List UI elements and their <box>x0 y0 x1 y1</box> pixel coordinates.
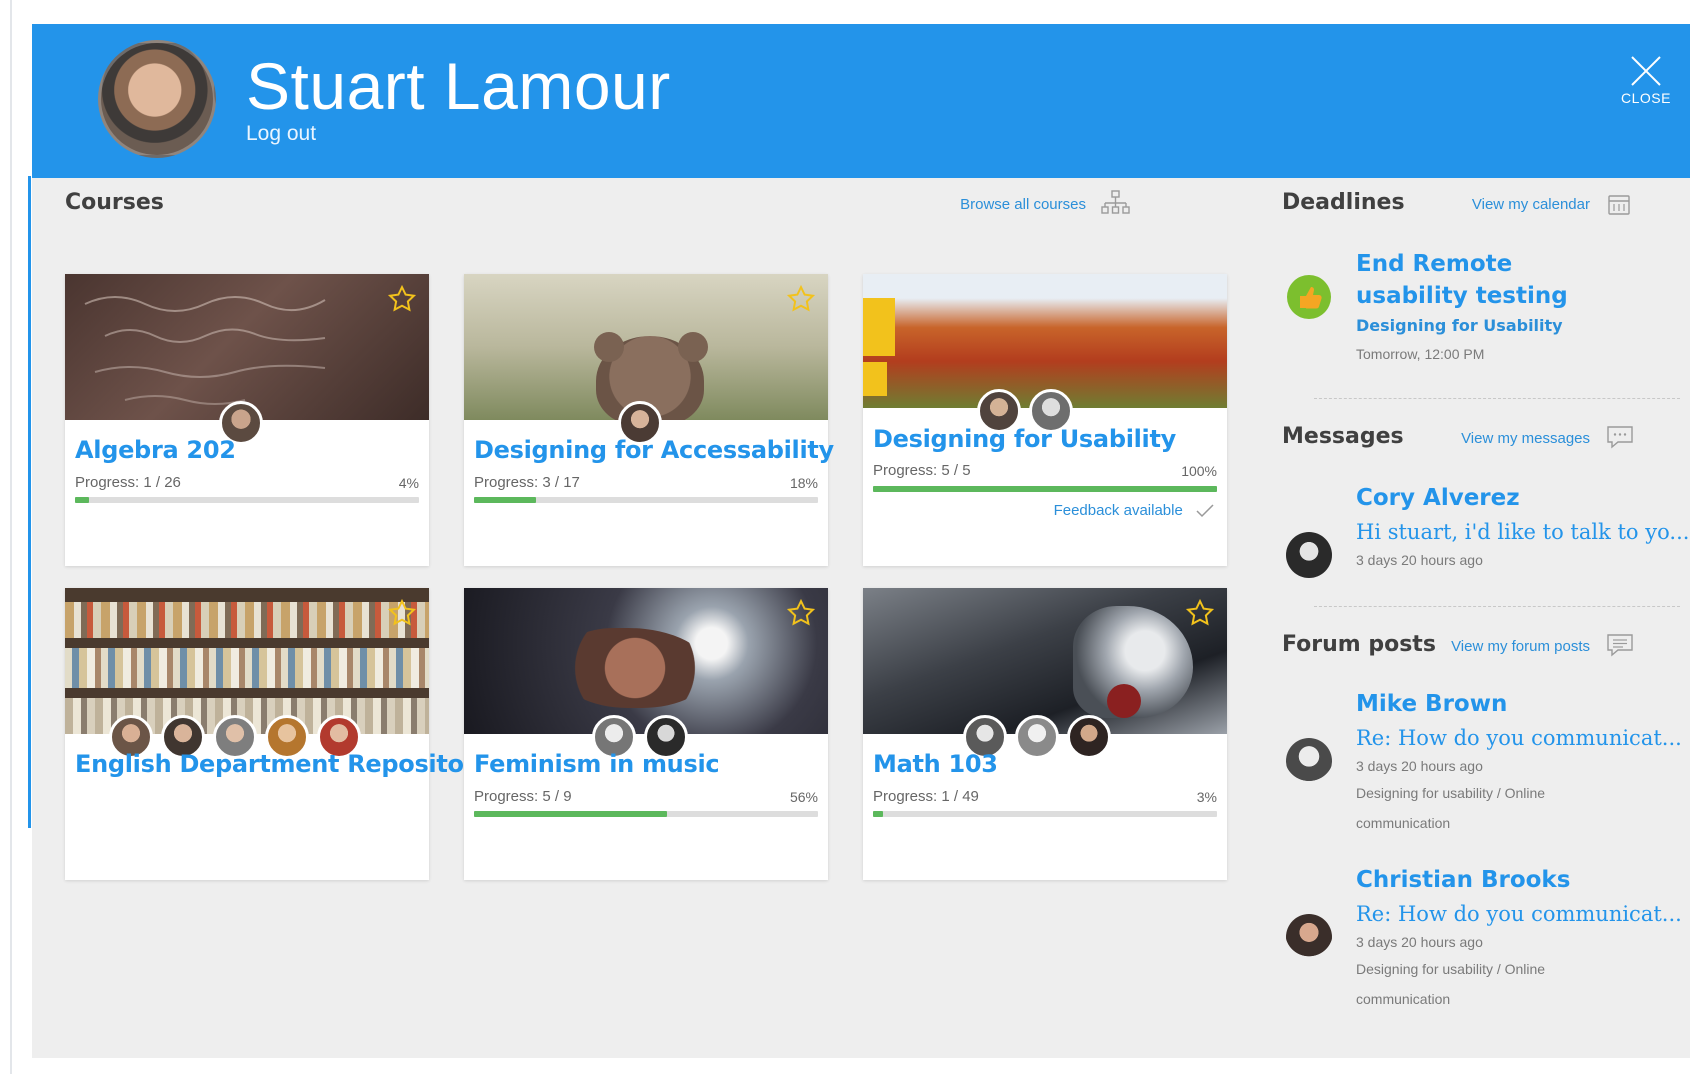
message-bubble-icon[interactable] <box>1606 424 1634 450</box>
view-my-calendar-link[interactable]: View my calendar <box>1472 196 1590 213</box>
deadline-title[interactable]: End Remote usability testing <box>1356 248 1616 312</box>
chalk-scribbles <box>84 296 326 405</box>
dashboard-panel: Courses Browse all courses Algebra 202 P… <box>32 178 1690 1058</box>
logout-link[interactable]: Log out <box>246 122 316 146</box>
message-sender-avatar[interactable] <box>1286 532 1332 578</box>
course-card-math-103[interactable]: Math 103 Progress: 1 / 49 3% <box>863 588 1227 880</box>
close-button[interactable]: CLOSE <box>1618 54 1674 106</box>
progress-label: Progress: 5 / 9 <box>474 788 572 805</box>
favourite-star-icon[interactable] <box>387 284 417 314</box>
progress-label: Progress: 5 / 5 <box>873 462 971 479</box>
course-image-concert <box>464 588 828 734</box>
view-my-messages-link[interactable]: View my messages <box>1461 430 1590 447</box>
forum-bubble-icon[interactable] <box>1606 632 1634 658</box>
course-image-bookshelf <box>65 588 429 734</box>
course-card-algebra-202[interactable]: Algebra 202 Progress: 1 / 26 4% <box>65 274 429 566</box>
messages-title: Messages <box>1282 424 1404 449</box>
favourite-star-icon[interactable] <box>1185 598 1215 628</box>
deadlines-title: Deadlines <box>1282 190 1405 215</box>
teacher-avatar[interactable] <box>1067 715 1111 759</box>
course-image-autumn-trees <box>863 274 1227 408</box>
progress-label: Progress: 3 / 17 <box>474 474 580 491</box>
forum-posts-title: Forum posts <box>1282 632 1436 657</box>
course-title[interactable]: Designing for Usability <box>873 425 1176 453</box>
panel-edge <box>28 176 31 828</box>
calendar-icon[interactable] <box>1607 192 1631 216</box>
progress-percent: 3% <box>1196 789 1217 805</box>
course-image-vintage-car <box>863 588 1227 734</box>
thumbs-up-icon <box>1287 275 1331 319</box>
course-title[interactable]: English Department Repository <box>75 750 491 778</box>
message-sender-name[interactable]: Cory Alverez <box>1356 482 1520 514</box>
forum-post-subject[interactable]: Re: How do you communicat... <box>1356 902 1682 926</box>
progress-percent: 100% <box>1181 463 1217 479</box>
forum-author-name[interactable]: Mike Brown <box>1356 688 1507 720</box>
course-card-designing-for-usability[interactable]: Designing for Usability Progress: 5 / 5 … <box>863 274 1227 566</box>
course-image-teddy-bear <box>464 274 828 420</box>
view-my-forum-posts-link[interactable]: View my forum posts <box>1451 638 1590 655</box>
progress-bar <box>75 497 419 503</box>
teacher-avatar[interactable] <box>1015 715 1059 759</box>
user-name: Stuart Lamour <box>246 49 671 123</box>
feedback-available-link[interactable]: Feedback available <box>1054 502 1215 519</box>
course-image-chalkboard <box>65 274 429 420</box>
deadline-course-link[interactable]: Designing for Usability <box>1356 316 1563 335</box>
course-title[interactable]: Math 103 <box>873 750 998 778</box>
course-card-feminism-in-music[interactable]: Feminism in music Progress: 5 / 9 56% <box>464 588 828 880</box>
feedback-label: Feedback available <box>1053 502 1183 519</box>
progress-label: Progress: 1 / 26 <box>75 474 181 491</box>
favourite-star-icon[interactable] <box>786 284 816 314</box>
close-icon <box>1631 56 1661 86</box>
progress-percent: 4% <box>398 475 419 491</box>
courses-title: Courses <box>65 190 164 215</box>
progress-percent: 56% <box>789 789 818 805</box>
forum-author-name[interactable]: Christian Brooks <box>1356 864 1570 896</box>
message-time: 3 days 20 hours ago <box>1356 552 1483 568</box>
progress-bar <box>873 811 1217 817</box>
checkmark-icon <box>1196 504 1214 518</box>
progress-percent: 18% <box>789 475 818 491</box>
forum-post-context: Designing for usability / Online communi… <box>1356 961 1546 1007</box>
browse-all-courses-link[interactable]: Browse all courses <box>960 196 1086 213</box>
deadline-time: Tomorrow, 12:00 PM <box>1356 346 1485 362</box>
forum-post-time: 3 days 20 hours ago <box>1356 758 1483 774</box>
page-left-border <box>10 0 12 1074</box>
course-title[interactable]: Feminism in music <box>474 750 720 778</box>
forum-author-avatar[interactable] <box>1286 914 1332 960</box>
profile-header: Stuart Lamour Log out CLOSE <box>32 24 1690 178</box>
course-card-english-department-repository[interactable]: English Department Repository <box>65 588 491 880</box>
section-divider <box>1314 606 1680 607</box>
progress-bar <box>873 486 1217 492</box>
progress-bar <box>474 811 818 817</box>
course-title[interactable]: Designing for Accessability <box>474 436 834 464</box>
course-title[interactable]: Algebra 202 <box>75 436 236 464</box>
forum-author-avatar[interactable] <box>1286 738 1332 784</box>
message-preview[interactable]: Hi stuart, i'd like to talk to yo... <box>1356 520 1689 544</box>
favourite-star-icon[interactable] <box>786 598 816 628</box>
forum-post-time: 3 days 20 hours ago <box>1356 934 1483 950</box>
user-avatar[interactable] <box>98 40 216 158</box>
favourite-star-icon[interactable] <box>387 598 417 628</box>
section-divider <box>1314 398 1680 399</box>
course-card-designing-for-accessability[interactable]: Designing for Accessability Progress: 3 … <box>464 274 834 566</box>
course-hierarchy-icon[interactable] <box>1100 188 1130 218</box>
close-label: CLOSE <box>1621 90 1671 106</box>
progress-bar <box>474 497 818 503</box>
forum-post-subject[interactable]: Re: How do you communicat... <box>1356 726 1682 750</box>
forum-post-context: Designing for usability / Online communi… <box>1356 785 1546 831</box>
progress-label: Progress: 1 / 49 <box>873 788 979 805</box>
